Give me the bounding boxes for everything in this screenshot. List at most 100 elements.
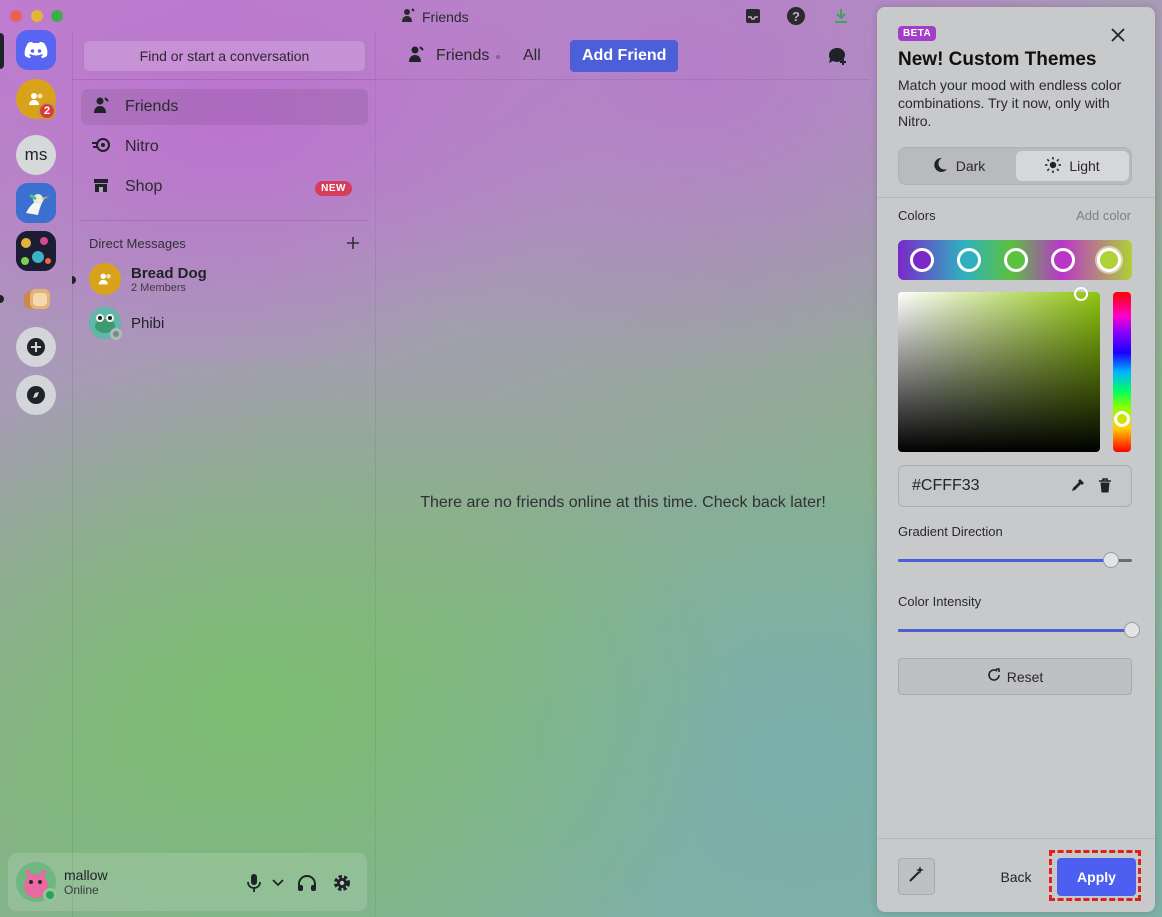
hex-value: #CFFF33 [912, 477, 980, 494]
server-bird-icon[interactable] [16, 183, 56, 223]
sidebar-header-divider [73, 79, 376, 80]
sidebar-item-label: Friends [125, 98, 179, 115]
color-intensity-label: Color Intensity [898, 594, 982, 609]
home-discord-icon[interactable] [16, 30, 56, 70]
sidebar-item-label: Nitro [125, 138, 159, 155]
close-icon[interactable] [1107, 24, 1129, 46]
notification-badge: 2 [38, 102, 56, 120]
panel-divider [877, 197, 1155, 198]
find-conversation-button[interactable]: Find or start a conversation [83, 40, 366, 72]
magic-wand-button[interactable] [898, 858, 935, 895]
download-icon[interactable] [830, 5, 852, 27]
eyedropper-icon[interactable] [1067, 476, 1087, 496]
beta-badge: BETA [898, 26, 937, 41]
sidebar-divider [81, 220, 368, 221]
color-swatch[interactable] [1051, 248, 1075, 272]
microphone-icon[interactable] [243, 872, 265, 894]
reset-icon [987, 668, 1001, 685]
add-friend-button[interactable]: Add Friend [570, 40, 679, 72]
dm-section-header: Direct Messages [89, 236, 359, 251]
sun-icon [1045, 156, 1062, 176]
slider-fill [898, 629, 1132, 632]
light-mode-button[interactable]: Light [1016, 151, 1129, 181]
new-badge: NEW [315, 181, 352, 196]
colors-label: Colors [898, 208, 936, 223]
slider-handle[interactable] [1102, 552, 1119, 568]
friends-icon [91, 95, 111, 120]
add-server-icon[interactable] [16, 327, 56, 367]
dm-name: Phibi [131, 314, 165, 332]
server-art-icon[interactable] [16, 231, 56, 271]
color-intensity-slider[interactable] [898, 622, 1140, 638]
gradient-direction-label: Gradient Direction [898, 524, 1003, 539]
headphones-icon[interactable] [296, 872, 318, 894]
header-dot-divider [496, 55, 500, 59]
chevron-down-icon[interactable] [267, 872, 289, 894]
theme-mode-toggle: Dark Light [898, 147, 1132, 185]
svg-text:?: ? [792, 9, 800, 24]
frog-avatar [89, 307, 122, 340]
username: mallow [64, 867, 108, 883]
sv-picker-handle[interactable] [1074, 287, 1088, 301]
trash-icon[interactable] [1095, 476, 1115, 496]
inbox-icon[interactable] [742, 5, 764, 27]
friends-icon [406, 44, 426, 69]
hue-slider[interactable] [1113, 292, 1131, 452]
title-bar: Friends ? [0, 0, 870, 32]
apply-button[interactable]: Apply [1057, 858, 1136, 896]
nitro-icon [91, 135, 111, 160]
empty-state-message: There are no friends online at this time… [420, 494, 826, 511]
sidebar-item-shop[interactable]: Shop NEW [81, 169, 368, 205]
sparkle-wand-icon [908, 865, 926, 888]
apply-highlight: Apply [1049, 850, 1141, 901]
hue-slider-handle[interactable] [1114, 411, 1130, 427]
footer-divider [877, 838, 1155, 839]
main-header: Friends All Add Friend [376, 32, 870, 80]
unread-dm-indicator [72, 276, 76, 284]
header-title: Friends [406, 40, 489, 72]
sidebar-item-nitro[interactable]: Nitro [81, 129, 368, 165]
dm-item-phibi[interactable]: Phibi [81, 301, 368, 345]
new-group-dm-icon[interactable] [826, 40, 848, 72]
color-swatch[interactable] [1004, 248, 1028, 272]
color-swatches [898, 240, 1132, 280]
add-color-button[interactable]: Add color [1076, 208, 1131, 223]
moon-icon [932, 157, 948, 176]
friends-icon [400, 7, 416, 26]
tab-all[interactable]: All [523, 40, 541, 72]
color-swatch-selected[interactable] [1097, 248, 1121, 272]
gradient-direction-slider[interactable] [898, 552, 1132, 568]
close-window-button[interactable] [10, 10, 22, 22]
server-rail: 2 ms [0, 30, 72, 917]
color-swatch[interactable] [957, 248, 981, 272]
color-swatch[interactable] [910, 248, 934, 272]
dm-item-bread-dog[interactable]: Bread Dog 2 Members [81, 257, 368, 301]
discover-compass-icon[interactable] [16, 375, 56, 415]
server-ms[interactable]: ms [16, 135, 56, 175]
saturation-value-picker[interactable] [898, 287, 1100, 452]
slider-handle[interactable] [1124, 622, 1140, 638]
panel-description: Match your mood with endless color combi… [898, 77, 1122, 129]
dm-header-label: Direct Messages [89, 236, 186, 251]
online-status-dot [43, 888, 57, 902]
user-status: Online [64, 883, 99, 897]
back-button[interactable]: Back [994, 865, 1038, 889]
dm-name: Bread Dog [131, 264, 207, 282]
server-bread-icon[interactable] [16, 279, 56, 319]
window-title: Friends [400, 7, 469, 26]
dm-members-count: 2 Members [131, 281, 187, 294]
sidebar-item-friends[interactable]: Friends [81, 89, 368, 125]
create-dm-plus-icon[interactable] [347, 236, 359, 251]
settings-gear-icon[interactable] [331, 872, 353, 894]
dark-mode-button[interactable]: Dark [902, 151, 1015, 181]
panel-title: New! Custom Themes [898, 49, 1097, 70]
dm-sidebar: Find or start a conversation Friends Nit… [72, 32, 376, 917]
selected-indicator [0, 33, 4, 69]
unread-indicator [0, 295, 4, 303]
group-avatar [89, 263, 121, 295]
zoom-window-button[interactable] [51, 10, 63, 22]
reset-button[interactable]: Reset [898, 658, 1132, 695]
sidebar-item-label: Shop [125, 178, 163, 195]
help-icon[interactable]: ? [785, 5, 807, 27]
minimize-window-button[interactable] [31, 10, 43, 22]
